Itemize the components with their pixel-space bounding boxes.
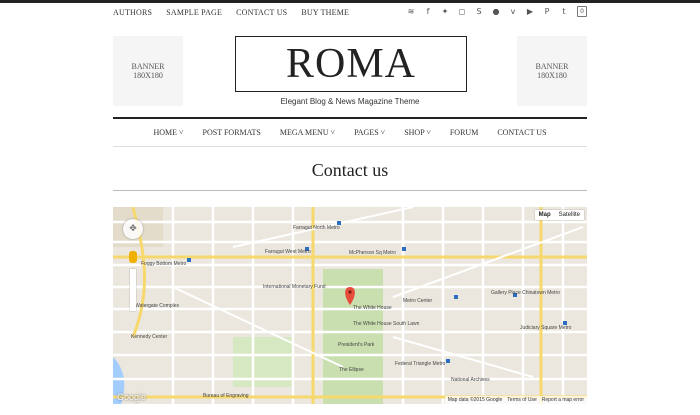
map-label-white-house: The White House xyxy=(353,305,392,311)
top-border xyxy=(0,0,700,3)
topnav-contact-us[interactable]: CONTACT US xyxy=(236,8,287,17)
instagram-icon[interactable]: ◻ xyxy=(458,7,466,16)
nav-shop-label: SHOP xyxy=(404,128,425,137)
skype-icon[interactable]: S xyxy=(475,7,483,16)
nav-post-formats-label: POST FORMATS xyxy=(202,128,261,137)
zoom-slider[interactable] xyxy=(130,269,136,311)
nav-contact-us-label: CONTACT US xyxy=(497,128,547,137)
twitter-icon[interactable]: ✦ xyxy=(441,7,449,16)
chevron-down-icon: ˅ xyxy=(328,128,336,137)
nav-mega-menu-label: MEGA MENU xyxy=(279,128,329,137)
google-map[interactable]: Foggy Bottom Metro The White House The W… xyxy=(113,207,587,404)
nav-post-formats[interactable]: POST FORMATS xyxy=(203,128,261,137)
map-label-kennedy-center: Kennedy Center xyxy=(131,334,168,340)
map-label-imf: International Monetary Fund xyxy=(263,284,326,290)
banner-right-line2: 180X180 xyxy=(537,71,567,80)
tumblr-icon[interactable]: t xyxy=(560,7,568,16)
banner-left-line1: BANNER xyxy=(131,62,165,71)
nav-shop[interactable]: SHOP ˅ xyxy=(404,128,431,137)
social-icons: ≋ f ✦ ◻ S ● v ▶ P t 0 xyxy=(407,6,587,17)
map-footer: Map data ©2015 Google Terms of Use Repor… xyxy=(444,396,587,404)
map-label-metro-center: Metro Center xyxy=(403,298,433,304)
nav-top-rule xyxy=(113,117,587,119)
facebook-icon[interactable]: f xyxy=(424,7,432,16)
title-rule xyxy=(113,190,587,191)
site-tagline: Elegant Blog & News Magazine Theme xyxy=(280,97,420,106)
flickr-icon[interactable]: ● xyxy=(492,7,500,16)
map-label-national-archives: National Archives xyxy=(451,377,490,383)
map-label-watergate: Watergate Complex xyxy=(135,303,179,309)
map-streets xyxy=(113,207,587,404)
map-copyright: Map data ©2015 Google xyxy=(447,397,503,403)
map-label-federal-triangle: Federal Triangle Metro xyxy=(395,361,446,367)
nav-forum[interactable]: FORUM xyxy=(450,128,478,137)
map-label-gallery-place: Gallery Place Chinatown Metro xyxy=(491,290,560,296)
nav-pages[interactable]: PAGES ˅ xyxy=(354,128,385,137)
nav-bottom-rule xyxy=(113,146,587,147)
google-logo: Google xyxy=(117,392,147,402)
map-type-map[interactable]: Map xyxy=(535,210,555,220)
pan-control-icon[interactable]: ✥ xyxy=(123,219,143,239)
topnav-sample-page[interactable]: SAMPLE PAGE xyxy=(166,8,222,17)
map-label-judiciary-square: Judiciary Square Metro xyxy=(520,325,572,331)
banner-left[interactable]: BANNER 180X180 xyxy=(113,36,183,106)
topnav-authors[interactable]: AUTHORS xyxy=(113,8,152,17)
map-type-control: Map Satellite xyxy=(534,210,584,220)
banner-left-line2: 180X180 xyxy=(133,71,163,80)
map-label-presidents-park: President's Park xyxy=(338,342,375,348)
map-report-link[interactable]: Report a map error xyxy=(542,397,584,403)
nav-mega-menu[interactable]: MEGA MENU ˅ xyxy=(280,128,335,137)
map-label-south-lawn: The White House South Lawn xyxy=(353,321,420,327)
page-title: Contact us xyxy=(311,160,389,180)
rss-icon[interactable]: ≋ xyxy=(407,7,415,16)
map-label-mcpherson: McPherson Sq Metro xyxy=(349,250,396,256)
nav-home-label: HOME xyxy=(153,128,178,137)
pinterest-icon[interactable]: P xyxy=(543,7,551,16)
nav-forum-label: FORUM xyxy=(449,128,479,137)
nav-contact-us[interactable]: CONTACT US xyxy=(497,128,546,137)
nav-pages-label: PAGES xyxy=(354,128,379,137)
banner-right[interactable]: BANNER 180X180 xyxy=(517,36,587,106)
top-navigation: AUTHORS SAMPLE PAGE CONTACT US BUY THEME xyxy=(113,8,349,17)
map-label-farragut-north: Farragut North Metro xyxy=(293,225,340,231)
map-label-farragut-west: Farragut West Metro xyxy=(265,249,311,255)
map-label-bureau-engraving: Bureau of Engraving xyxy=(203,393,249,399)
chevron-down-icon: ˅ xyxy=(177,128,184,137)
topnav-buy-theme[interactable]: BUY THEME xyxy=(301,8,349,17)
site-logo[interactable]: ROMA xyxy=(235,36,467,92)
chevron-down-icon: ˅ xyxy=(378,128,386,137)
chevron-down-icon: ˅ xyxy=(424,128,431,137)
youtube-icon[interactable]: ▶ xyxy=(526,7,534,16)
main-navigation: HOME ˅ POST FORMATS MEGA MENU ˅ PAGES ˅ … xyxy=(113,128,587,137)
map-type-satellite[interactable]: Satellite xyxy=(555,210,584,220)
map-terms-link[interactable]: Terms of Use xyxy=(507,397,536,403)
nav-home[interactable]: HOME ˅ xyxy=(153,128,183,137)
street-view-pegman-icon[interactable] xyxy=(129,251,137,263)
cart-icon[interactable]: 0 xyxy=(577,6,587,17)
vimeo-icon[interactable]: v xyxy=(509,7,517,16)
map-label-foggy-bottom: Foggy Bottom Metro xyxy=(141,261,187,267)
map-label-ellipse: The Ellipse xyxy=(339,367,364,373)
banner-right-line1: BANNER xyxy=(535,62,569,71)
